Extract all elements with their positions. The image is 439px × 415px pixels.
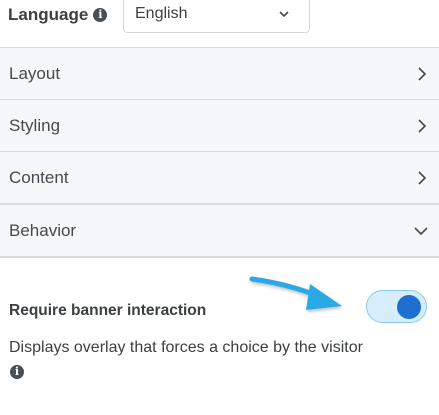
require-interaction-description: Displays overlay that forces a choice by… <box>9 339 363 356</box>
section-behavior[interactable]: Behavior <box>0 204 439 257</box>
section-label: Layout <box>9 64 61 83</box>
language-select[interactable]: English <box>123 0 310 33</box>
chevron-right-icon <box>418 119 427 133</box>
language-row: Language i English <box>0 0 439 47</box>
chevron-down-icon <box>414 227 428 236</box>
section-label: Content <box>9 168 69 187</box>
chevron-down-icon <box>279 11 289 18</box>
chevron-right-icon <box>418 67 427 81</box>
language-label: Language <box>8 5 89 24</box>
behavior-panel: Require banner interaction Displays over… <box>0 257 439 415</box>
section-content[interactable]: Content <box>0 151 439 204</box>
section-label: Styling <box>9 116 61 135</box>
info-icon[interactable]: i <box>93 8 108 22</box>
section-label: Behavior <box>9 221 77 240</box>
require-interaction-toggle[interactable] <box>366 290 427 323</box>
chevron-right-icon <box>418 171 427 185</box>
section-layout[interactable]: Layout <box>0 47 439 100</box>
language-label-group: Language i <box>8 5 108 25</box>
section-styling[interactable]: Styling <box>0 99 439 152</box>
language-select-value: English <box>135 5 188 22</box>
pointer-arrow-icon <box>249 276 342 310</box>
info-icon[interactable]: i <box>10 365 24 379</box>
toggle-knob <box>397 295 421 319</box>
require-interaction-label: Require banner interaction <box>9 302 207 319</box>
